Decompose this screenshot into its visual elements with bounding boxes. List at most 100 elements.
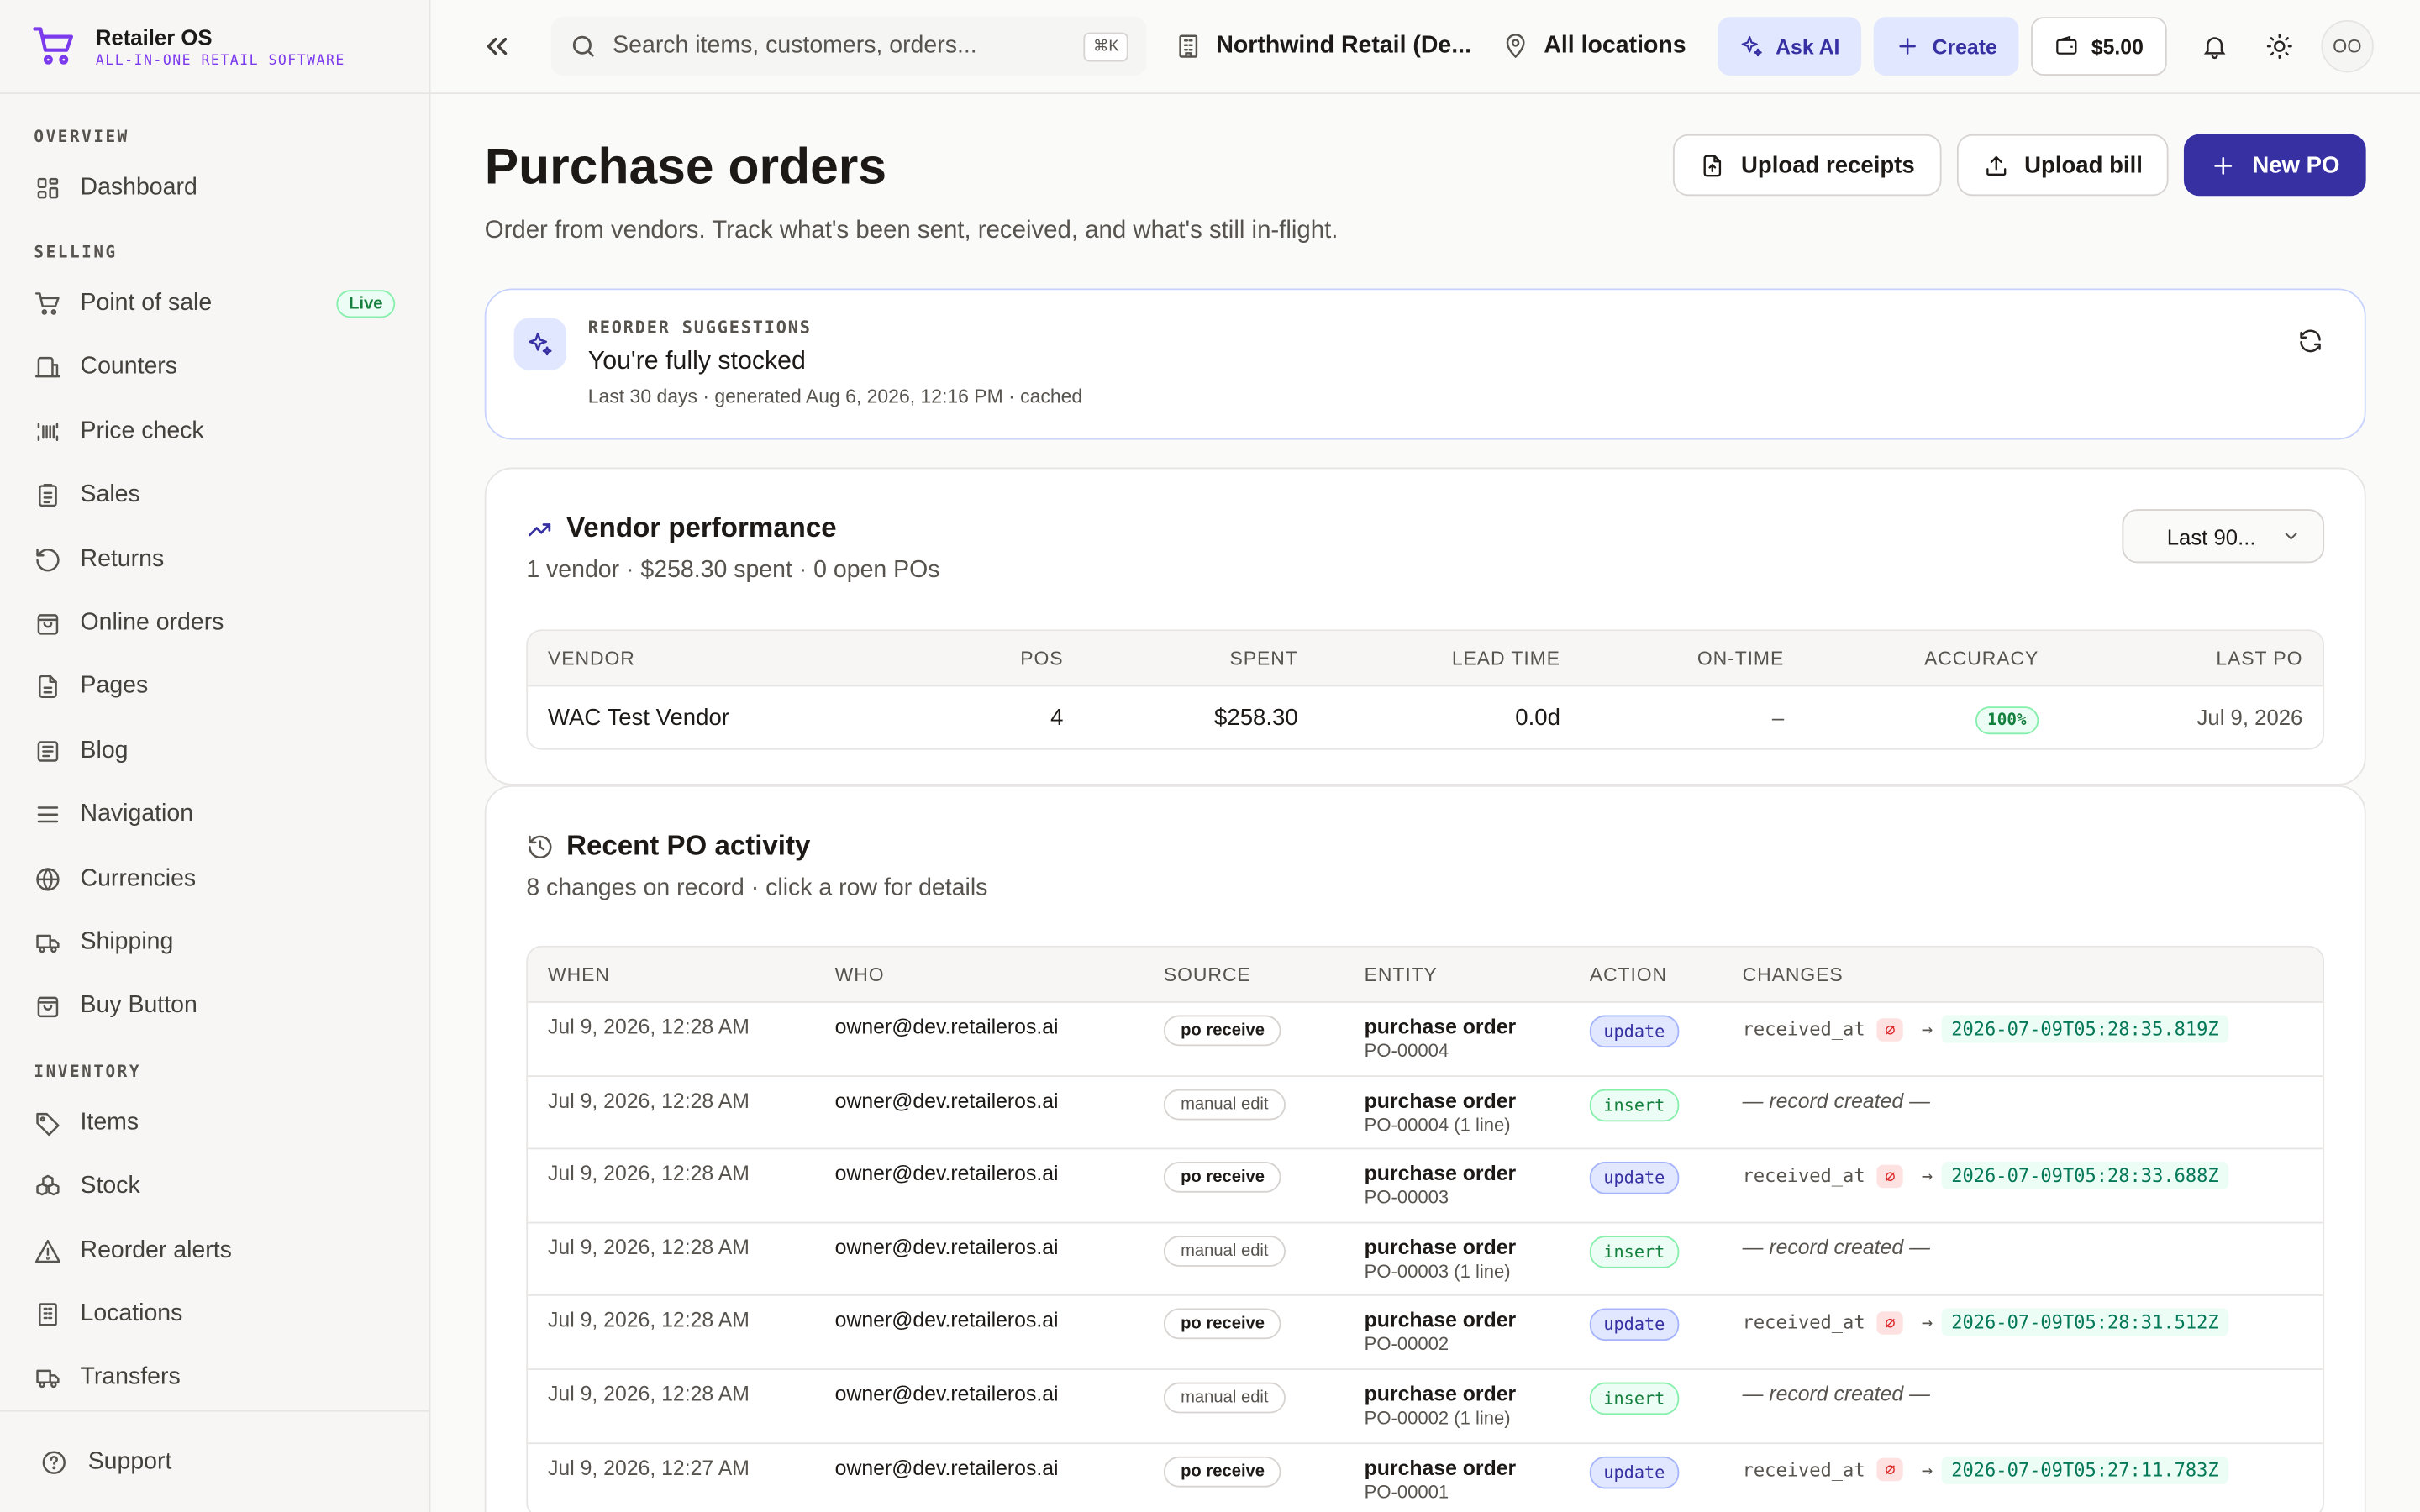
recent-activity-card: Recent PO activity 8 changes on record ·… xyxy=(484,785,2366,1512)
sidebar-item-counters[interactable]: Counters xyxy=(0,336,429,400)
globe-icon xyxy=(36,867,60,890)
col-action: ACTION xyxy=(1589,963,1668,985)
col-changes: CHANGES xyxy=(1742,963,1844,985)
sidebar-item-buy-button[interactable]: Buy Button xyxy=(0,974,429,1038)
theme-toggle[interactable] xyxy=(2250,17,2309,76)
col-pos[interactable]: POS xyxy=(944,647,1083,669)
notifications-button[interactable] xyxy=(2185,17,2244,76)
sun-icon xyxy=(2266,34,2292,60)
col-spent[interactable]: SPENT xyxy=(1083,647,1318,669)
search-box[interactable]: ⌘K xyxy=(550,17,1147,76)
brand-tagline: ALL-IN-ONE RETAIL SOFTWARE xyxy=(95,53,345,69)
table-row[interactable]: Jul 9, 2026, 12:28 AM owner@dev.retailero… xyxy=(528,1150,2323,1224)
entity-name: purchase order xyxy=(1364,1162,1517,1185)
date-range-select[interactable]: Last 90... xyxy=(2122,509,2325,564)
action-badge: update xyxy=(1589,1015,1679,1048)
avatar[interactable]: OO xyxy=(2321,19,2374,73)
search-input[interactable] xyxy=(613,32,1084,60)
col-source: SOURCE xyxy=(1163,963,1251,985)
sidebar-item-reorder-alerts[interactable]: Reorder alerts xyxy=(0,1219,429,1283)
vendor-table: VENDOR POS SPENT LEAD TIME ON-TIME ACCUR… xyxy=(526,629,2325,750)
sidebar-item-label: Stock xyxy=(80,1173,140,1200)
source-badge: manual edit xyxy=(1163,1235,1286,1267)
refresh-icon[interactable] xyxy=(2296,327,2324,354)
sidebar-item-blog[interactable]: Blog xyxy=(0,719,429,783)
sidebar-item-pages[interactable]: Pages xyxy=(0,655,429,719)
null-value-icon: ∅ xyxy=(1877,1310,1903,1335)
change-new-value: 2026-07-09T05:27:11.783Z xyxy=(1942,1456,2228,1484)
source-badge: po receive xyxy=(1163,1309,1282,1340)
table-row[interactable]: WAC Test Vendor 4 $258.30 0.0d – 100% Ju… xyxy=(528,686,2323,748)
activity-entity: purchase order PO-00004 (1 line) xyxy=(1344,1089,1570,1135)
col-vendor[interactable]: VENDOR xyxy=(528,647,944,669)
reorder-eyebrow: REORDER SUGGESTIONS xyxy=(587,318,812,339)
sidebar-item-label: Dashboard xyxy=(80,173,197,201)
sidebar-item-navigation[interactable]: Navigation xyxy=(0,783,429,847)
change-field: received_at xyxy=(1742,1311,1865,1334)
activity-entity: purchase order PO-00003 xyxy=(1344,1162,1570,1208)
change-field: received_at xyxy=(1742,1458,1865,1481)
support-link[interactable]: Support xyxy=(0,1410,429,1512)
date-range-value: Last 90... xyxy=(2166,523,2256,549)
tag-icon xyxy=(36,1112,60,1136)
entity-id: PO-00002 xyxy=(1364,1333,1449,1356)
change-field: received_at xyxy=(1742,1018,1865,1040)
entity-name: purchase order xyxy=(1364,1309,1517,1332)
activity-action: insert xyxy=(1570,1088,1723,1121)
entity-id: PO-00003 (1 line) xyxy=(1364,1260,1511,1282)
new-po-button[interactable]: New PO xyxy=(2184,134,2366,197)
change-field: received_at xyxy=(1742,1165,1865,1187)
location-switcher[interactable]: All locations xyxy=(1502,33,1686,60)
sidebar-item-dashboard[interactable]: Dashboard xyxy=(0,156,429,220)
sidebar-item-online-orders[interactable]: Online orders xyxy=(0,591,429,655)
brand[interactable]: Retailer OS ALL-IN-ONE RETAIL SOFTWARE xyxy=(0,0,429,95)
vendor-performance-heading: Vendor performance xyxy=(566,512,837,543)
sidebar-item-stock[interactable]: Stock xyxy=(0,1155,429,1219)
table-row[interactable]: Jul 9, 2026, 12:28 AM owner@dev.retailero… xyxy=(528,1297,2323,1370)
col-on-time[interactable]: ON-TIME xyxy=(1581,647,1804,669)
col-lead-time[interactable]: LEAD TIME xyxy=(1318,647,1581,669)
page-header: Purchase orders Order from vendors. Trac… xyxy=(485,134,2366,245)
table-row[interactable]: Jul 9, 2026, 12:28 AM owner@dev.retailero… xyxy=(528,1076,2323,1150)
upload-bill-button[interactable]: Upload bill xyxy=(1956,134,2170,197)
source-badge: po receive xyxy=(1163,1015,1282,1047)
sidebar-item-point-of-sale[interactable]: Point of sale Live xyxy=(0,272,429,336)
vendor-accuracy-cell: 100% xyxy=(1804,704,2059,734)
credit-amount: $5.00 xyxy=(2091,34,2144,58)
page-icon xyxy=(39,675,57,699)
sidebar-item-returns[interactable]: Returns xyxy=(0,528,429,591)
activity-who: owner@dev.retaileros.ai xyxy=(834,1309,1059,1332)
sidebar-nav[interactable]: OVERVIEW Dashboard SELLING Point of sale Liv… xyxy=(0,94,429,1410)
null-value-icon: ∅ xyxy=(1877,1164,1903,1188)
sidebar-item-price-check[interactable]: Price check xyxy=(0,400,429,464)
ask-ai-button[interactable]: Ask AI xyxy=(1717,17,1862,76)
vendor-pos: 4 xyxy=(1050,704,1064,731)
sidebar-item-transfers[interactable]: Transfers xyxy=(0,1347,429,1410)
table-row[interactable]: Jul 9, 2026, 12:28 AM owner@dev.retailero… xyxy=(528,1003,2323,1077)
sidebar-item-currencies[interactable]: Currencies xyxy=(0,847,429,911)
col-last-po[interactable]: LAST PO xyxy=(2059,647,2323,669)
create-button[interactable]: Create xyxy=(1873,17,2019,76)
search-icon xyxy=(572,35,594,57)
sidebar-item-label: Counters xyxy=(80,354,178,381)
sidebar-item-locations[interactable]: Locations xyxy=(0,1283,429,1347)
table-row[interactable]: Jul 9, 2026, 12:28 AM owner@dev.retailero… xyxy=(528,1370,2323,1444)
col-accuracy[interactable]: ACCURACY xyxy=(1804,647,2059,669)
recent-activity-heading: Recent PO activity xyxy=(566,830,811,861)
table-row[interactable]: Jul 9, 2026, 12:27 AM owner@dev.retailero… xyxy=(528,1443,2323,1512)
collapse-sidebar-icon[interactable] xyxy=(480,29,513,63)
action-badge: insert xyxy=(1589,1382,1679,1415)
entity-id: PO-00004 (1 line) xyxy=(1364,1113,1511,1136)
sidebar-item-sales[interactable]: Sales xyxy=(0,464,429,528)
entity-name: purchase order xyxy=(1364,1088,1517,1112)
sidebar-item-label: Transfers xyxy=(80,1364,181,1391)
sidebar-item-items[interactable]: Items xyxy=(0,1091,429,1155)
table-row[interactable]: Jul 9, 2026, 12:28 AM owner@dev.retailero… xyxy=(528,1223,2323,1297)
upload-receipts-button[interactable]: Upload receipts xyxy=(1673,134,1941,197)
new-po-label: New PO xyxy=(2252,151,2340,179)
building-icon xyxy=(1179,34,1198,58)
sidebar-item-shipping[interactable]: Shipping xyxy=(0,911,429,974)
org-switcher[interactable]: Northwind Retail (De... xyxy=(1175,33,1471,60)
credit-balance-button[interactable]: $5.00 xyxy=(2031,17,2167,76)
arrow-right-icon: → xyxy=(1921,1165,1933,1187)
